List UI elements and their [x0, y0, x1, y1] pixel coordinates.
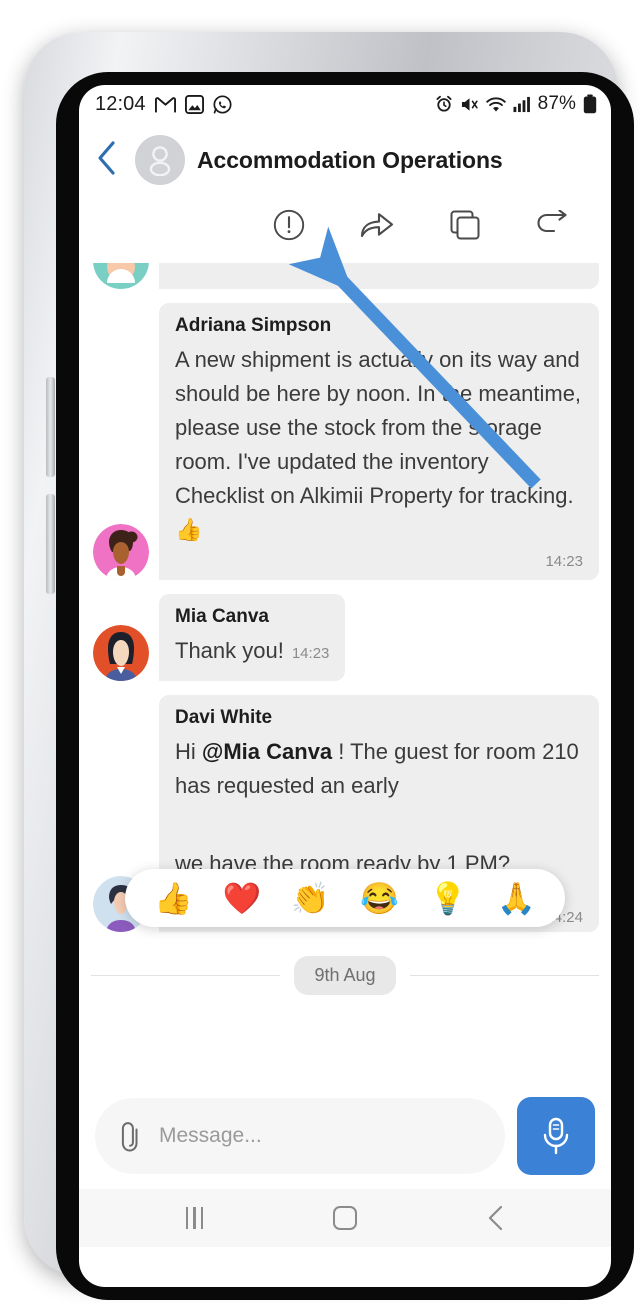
message-sender: Adriana Simpson: [175, 315, 332, 336]
avatar: [93, 263, 149, 289]
message-time: 14:23: [291, 645, 330, 662]
message-text-prefix: Hi: [175, 739, 202, 764]
paperclip-icon[interactable]: [117, 1119, 145, 1153]
message-text: Thank you! 14:23: [175, 634, 329, 671]
phone-screen: 12:04 87% Accommodation Operations Adria…: [79, 85, 611, 1287]
recents-button[interactable]: [169, 1198, 219, 1238]
message-input-placeholder: Message...: [159, 1124, 262, 1147]
message-sender: Davi White: [175, 707, 273, 728]
signal-icon: [513, 96, 531, 113]
phone-frame: 12:04 87% Accommodation Operations Adria…: [24, 32, 634, 1300]
message-list[interactable]: Adriana Simpson A new shipment is actual…: [79, 263, 611, 1085]
message-text: Hi @Mia Canva ! The guest for room 210 h…: [175, 735, 583, 803]
laugh-reaction[interactable]: 😂: [360, 883, 399, 914]
message-row: Mia Canva Thank you! 14:23: [79, 594, 611, 681]
voice-record-button[interactable]: [517, 1097, 595, 1175]
back-button[interactable]: [95, 138, 123, 183]
message-time: 14:23: [545, 553, 583, 570]
system-back-button[interactable]: [471, 1198, 521, 1238]
group-avatar[interactable]: [135, 135, 185, 185]
mute-icon: [460, 96, 479, 113]
message-bubble[interactable]: Adriana Simpson A new shipment is actual…: [159, 303, 599, 580]
home-button[interactable]: [320, 1198, 370, 1238]
composer: Message...: [79, 1085, 611, 1189]
heart-reaction[interactable]: ❤️: [223, 883, 262, 914]
adriana-avatar[interactable]: [93, 524, 149, 580]
photos-icon: [184, 94, 204, 114]
whatsapp-icon: [213, 94, 232, 114]
forward-icon[interactable]: [357, 205, 397, 245]
battery-percent: 87%: [537, 93, 576, 114]
status-bar: 12:04 87%: [79, 85, 611, 123]
mention-token[interactable]: @Mia Canva: [202, 739, 332, 764]
wifi-icon: [485, 96, 506, 113]
pray-reaction[interactable]: 🙏: [497, 883, 536, 914]
copy-icon[interactable]: [445, 205, 485, 245]
message-sender: Mia Canva: [175, 606, 269, 627]
clipped-bubble: [159, 263, 599, 289]
volume-up-button[interactable]: [46, 377, 55, 477]
date-label: 9th Aug: [294, 956, 396, 995]
message-action-toolbar: [79, 195, 611, 263]
reply-icon[interactable]: [533, 205, 573, 245]
gmail-icon: [154, 96, 176, 113]
back-icon: [488, 1205, 502, 1231]
clap-reaction[interactable]: 👏: [291, 883, 330, 914]
reaction-picker[interactable]: 👍 ❤️ 👏 😂 💡 🙏: [125, 869, 565, 927]
home-icon: [332, 1206, 357, 1230]
message-row: Adriana Simpson A new shipment is actual…: [79, 303, 611, 580]
mia-avatar[interactable]: [93, 625, 149, 681]
recents-icon: [185, 1207, 204, 1229]
message-input[interactable]: Message...: [95, 1098, 505, 1174]
chat-header: Accommodation Operations: [79, 123, 611, 195]
info-icon[interactable]: [269, 205, 309, 245]
divider-line-right: [409, 975, 599, 976]
page-title: Accommodation Operations: [197, 146, 503, 173]
volume-down-button[interactable]: [46, 494, 55, 594]
date-divider: 9th Aug: [79, 942, 611, 995]
battery-icon: [583, 94, 597, 114]
android-nav-bar: [79, 1189, 611, 1247]
clipped-message-row: [79, 263, 611, 289]
alarm-icon: [435, 95, 453, 113]
message-text-body: Thank you!: [175, 638, 284, 663]
message-bubble[interactable]: Mia Canva Thank you! 14:23: [159, 594, 346, 681]
divider-line-left: [91, 975, 281, 976]
status-time: 12:04: [95, 92, 146, 115]
thumbs-up-reaction[interactable]: 👍: [154, 883, 193, 914]
message-text: A new shipment is actually on its way an…: [175, 347, 582, 542]
bulb-reaction[interactable]: 💡: [429, 883, 468, 914]
